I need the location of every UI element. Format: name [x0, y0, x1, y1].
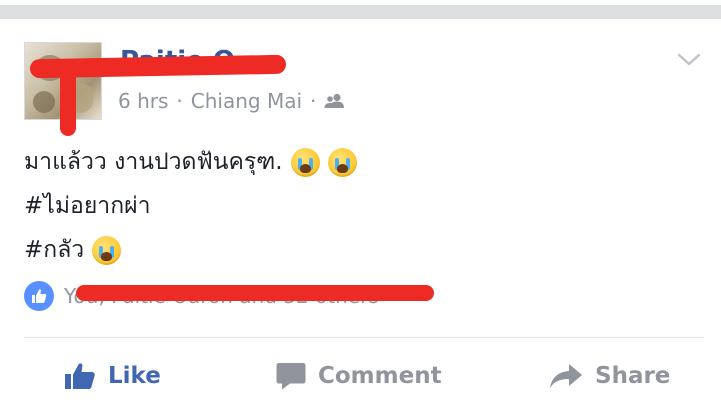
friends-icon — [324, 93, 346, 109]
like-button[interactable]: Like — [64, 356, 161, 396]
top-separator — [0, 0, 721, 22]
chevron-down-icon[interactable] — [676, 50, 702, 70]
comment-button[interactable]: Comment — [276, 356, 442, 396]
share-arrow-icon — [549, 362, 583, 390]
facebook-post-screen: Paitie O 6 hrs · Chiang Mai · มาแล้วว งา… — [0, 0, 721, 404]
like-badge-icon — [24, 281, 54, 311]
thumbs-up-icon — [64, 362, 96, 390]
meta-separator: · — [310, 89, 317, 113]
crying-face-emoji-icon — [290, 147, 320, 177]
actions-divider — [24, 337, 704, 338]
post-text-line: #ไม่อยากผ่า — [24, 184, 357, 228]
avatar-shape — [33, 91, 55, 113]
redaction-mark — [76, 285, 434, 301]
feed-gap-bar — [0, 5, 721, 19]
post-text: มาแล้วว งานปวดฟันครุฑ. — [24, 149, 283, 175]
post-text-line: มาแล้วว งานปวดฟันครุฑ. — [24, 140, 357, 184]
crying-face-emoji-icon — [327, 147, 357, 177]
share-label: Share — [595, 363, 671, 389]
post-location[interactable]: Chiang Mai — [191, 89, 302, 113]
meta-separator: · — [176, 89, 183, 113]
post-header: Paitie O 6 hrs · Chiang Mai · — [24, 42, 704, 120]
redaction-mark — [60, 62, 76, 136]
hashtag-link[interactable]: #ไม่อยากผ่า — [24, 185, 151, 227]
post-text-line: #กลัว — [24, 228, 357, 272]
crying-face-emoji-icon — [92, 235, 122, 265]
post-body: มาแล้วว งานปวดฟันครุฑ. #ไม่อยากผ่า #กลัว — [24, 140, 357, 272]
like-label: Like — [108, 363, 161, 389]
share-button[interactable]: Share — [549, 356, 670, 396]
post-time[interactable]: 6 hrs — [118, 89, 168, 113]
hashtag-link[interactable]: #กลัว — [24, 229, 84, 271]
post-meta: 6 hrs · Chiang Mai · — [118, 89, 346, 113]
comment-bubble-icon — [276, 362, 306, 390]
comment-label: Comment — [318, 363, 442, 389]
